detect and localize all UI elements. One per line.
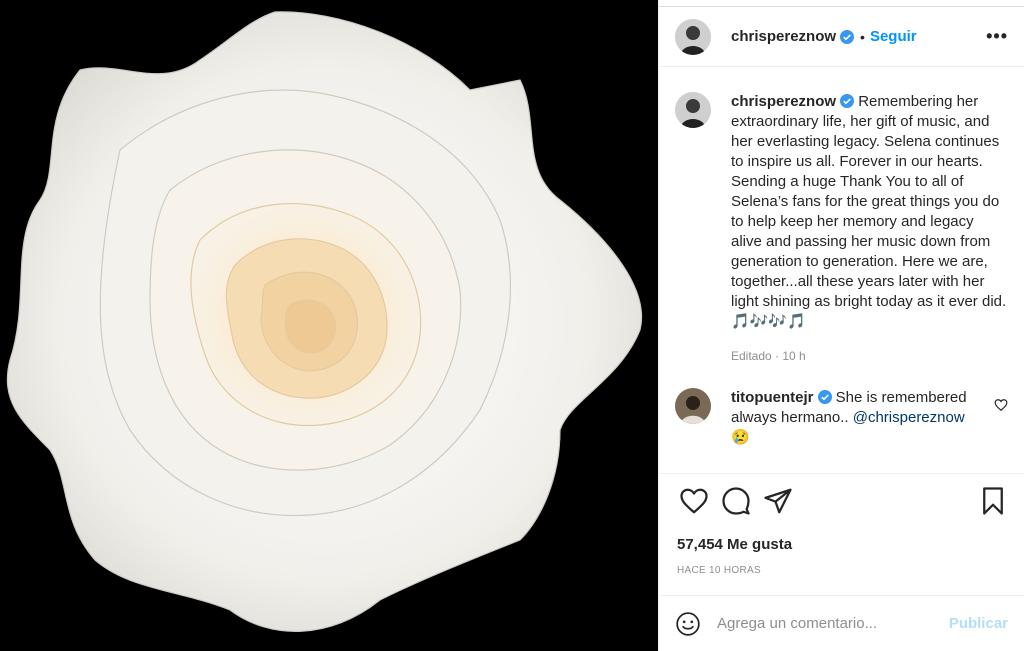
caption-text: Remembering her extraordinary life, her … <box>731 93 1007 310</box>
author-username[interactable]: chrispereznow <box>731 28 836 45</box>
heart-icon[interactable] <box>679 486 709 516</box>
caption-body: chrispereznow Remembering her extraordin… <box>731 92 1008 366</box>
commenter-avatar[interactable] <box>675 388 711 424</box>
post-timestamp[interactable]: HACE 10 HORAS <box>677 565 761 576</box>
paper-plane-icon[interactable] <box>763 486 793 516</box>
likes-count[interactable]: 57,454 Me gusta <box>677 536 792 553</box>
post-media[interactable] <box>0 0 658 651</box>
post-side-panel: chrispereznow • Seguir ••• chrispereznow… <box>658 0 1024 651</box>
caption-author[interactable]: chrispereznow <box>731 93 836 110</box>
caption-emojis: 🎵🎶🎶🎵 <box>731 313 806 330</box>
verified-badge-icon <box>817 390 832 404</box>
more-options-icon[interactable]: ••• <box>986 26 1008 47</box>
caption: chrispereznow Remembering her extraordin… <box>675 92 1008 366</box>
verified-badge-icon <box>840 94 855 108</box>
commenter-avatar-image <box>675 388 711 424</box>
comments-section[interactable]: chrispereznow Remembering her extraordin… <box>659 68 1024 474</box>
comment-input[interactable] <box>717 615 949 632</box>
header-separator: • <box>860 28 865 45</box>
commenter-username[interactable]: titopuentejr <box>731 389 814 406</box>
post-header: chrispereznow • Seguir ••• <box>659 7 1024 67</box>
comment-emoji: 😢 <box>731 429 750 446</box>
caption-author-avatar[interactable] <box>675 92 711 128</box>
caption-avatar-image <box>675 92 711 128</box>
comment-bubble-icon[interactable] <box>721 486 751 516</box>
comment-body: titopuentejr She is remembered always he… <box>731 388 1008 448</box>
comment-like-heart-icon[interactable] <box>994 398 1008 412</box>
author-avatar-image <box>675 18 711 55</box>
author-avatar[interactable] <box>675 18 711 55</box>
bookmark-icon[interactable] <box>978 486 1008 516</box>
add-comment-bar: Publicar <box>659 595 1024 651</box>
smiley-icon[interactable] <box>675 611 701 637</box>
publish-button[interactable]: Publicar <box>949 615 1008 632</box>
follow-button[interactable]: Seguir <box>870 28 917 45</box>
white-rose-image <box>0 0 658 651</box>
action-bar <box>675 486 1008 520</box>
comment-item: titopuentejr She is remembered always he… <box>675 388 1008 448</box>
comment-mention-link[interactable]: @chrispereznow <box>853 409 965 426</box>
verified-badge-icon <box>840 29 855 44</box>
caption-meta: Editado · 10 h <box>731 349 806 363</box>
